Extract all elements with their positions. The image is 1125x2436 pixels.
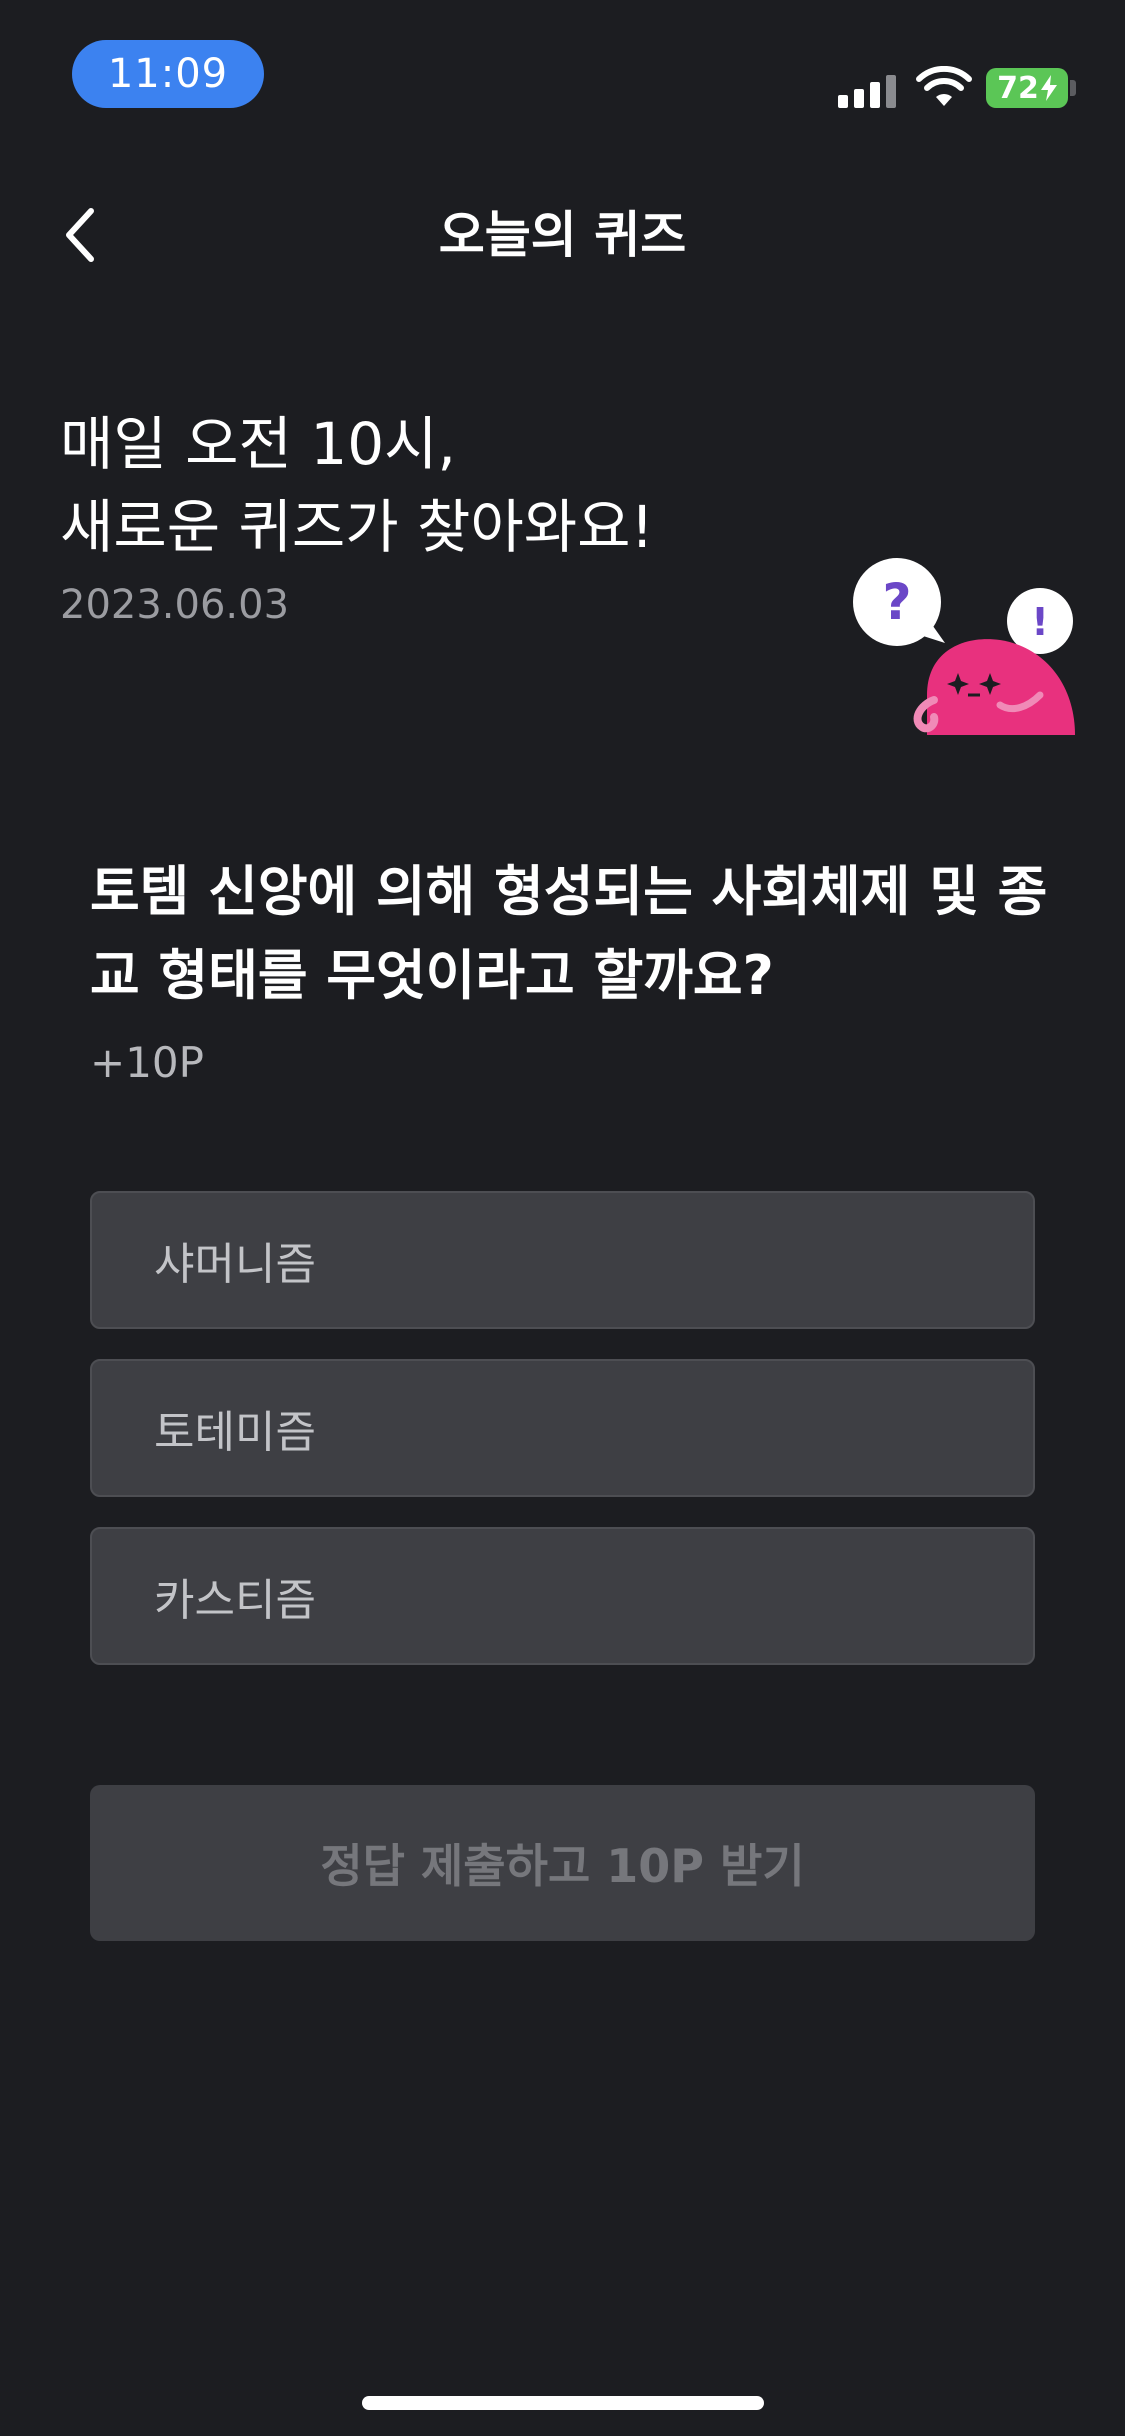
quiz-screen: 11:09 72 오늘의 퀴즈 매일 오전 10시, 새로운 퀴즈가 찾아와요!… — [0, 0, 1125, 2436]
submit-answer-button[interactable]: 정답 제출하고 10P 받기 — [90, 1785, 1035, 1941]
quiz-date: 2023.06.03 — [60, 582, 290, 628]
intro-headline-line1: 매일 오전 10시, — [60, 410, 456, 478]
mascot-exclaim-mark: ! — [1031, 600, 1048, 644]
wifi-icon — [916, 66, 972, 106]
battery-cap — [1070, 80, 1076, 96]
quiz-question: 토템 신앙에 의해 형성되는 사회체제 및 종교 형태를 무엇이라고 할까요? — [90, 860, 1048, 1007]
quiz-mascot-icon: ? ! — [853, 558, 1075, 735]
intro-headline-line2: 새로운 퀴즈가 찾아와요! — [60, 493, 654, 561]
mascot-question-mark: ? — [882, 573, 911, 631]
bolt-icon — [1040, 75, 1057, 101]
page-title: 오늘의 퀴즈 — [438, 206, 687, 264]
battery-level: 72 — [997, 70, 1039, 106]
battery-charging-icon: 72 — [986, 68, 1068, 108]
quiz-points: +10P — [90, 1038, 204, 1087]
cellular-signal-icon — [838, 70, 898, 108]
home-indicator[interactable] — [362, 2396, 764, 2410]
answer-option-3[interactable]: 카스티즘 — [90, 1527, 1035, 1665]
answer-option-2[interactable]: 토테미즘 — [90, 1359, 1035, 1497]
status-time: 11:09 — [72, 40, 264, 108]
answer-option-1[interactable]: 샤머니즘 — [90, 1191, 1035, 1329]
